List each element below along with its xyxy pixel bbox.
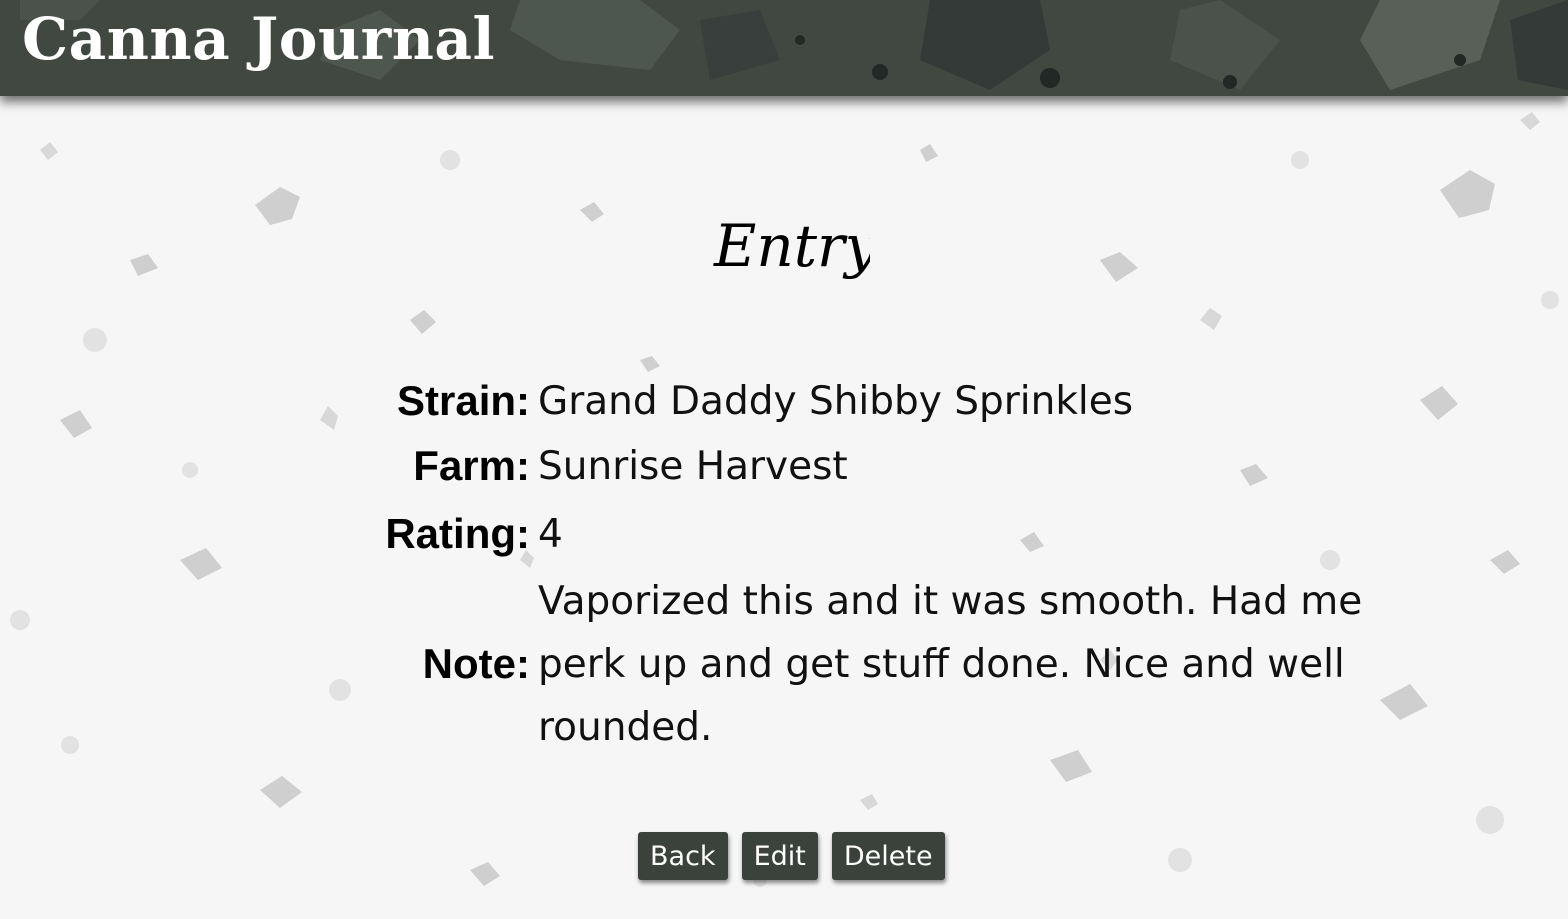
site-title[interactable]: Canna Journal bbox=[22, 7, 495, 72]
site-header: Canna Journal bbox=[0, 0, 1568, 96]
action-buttons: Back Edit Delete bbox=[638, 832, 945, 880]
edit-button[interactable]: Edit bbox=[741, 832, 818, 880]
note-label: Note: bbox=[422, 640, 530, 687]
rating-value: 4 bbox=[538, 511, 563, 557]
strain-label: Strain: bbox=[396, 377, 530, 424]
rating-label: Rating: bbox=[385, 510, 530, 557]
entry-heading: Entry bbox=[713, 212, 870, 280]
entry-details: Strain: Grand Daddy Shibby Sprinkles Far… bbox=[360, 370, 1400, 760]
note-row: Note: Vaporized this and it was smooth. … bbox=[360, 568, 1400, 760]
strain-value: Grand Daddy Shibby Sprinkles bbox=[538, 378, 1134, 424]
strain-row: Strain: Grand Daddy Shibby Sprinkles bbox=[360, 370, 1400, 432]
farm-value: Sunrise Harvest bbox=[538, 443, 848, 489]
note-value: Vaporized this and it was smooth. Had me… bbox=[538, 578, 1363, 750]
farm-row: Farm: Sunrise Harvest bbox=[360, 432, 1400, 500]
entry-heading-text: Entry bbox=[713, 212, 870, 280]
back-button[interactable]: Back bbox=[638, 832, 728, 880]
rating-row: Rating: 4 bbox=[360, 500, 1400, 568]
delete-button[interactable]: Delete bbox=[831, 832, 945, 880]
farm-label: Farm: bbox=[413, 442, 530, 489]
